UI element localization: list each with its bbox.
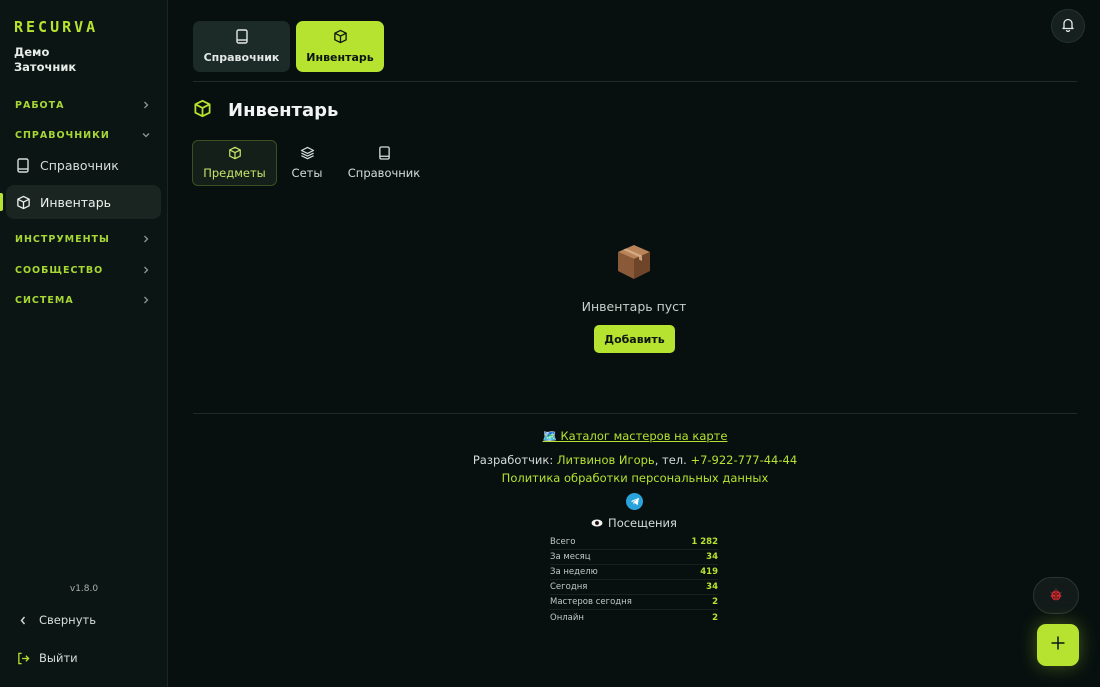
stat-label: Онлайн — [550, 612, 584, 623]
sidebar-item-label: Справочник — [40, 157, 119, 173]
user-name: Демо Заточник — [14, 45, 154, 75]
sidebar-section-tools[interactable]: ИНСТРУМЕНТЫ — [15, 232, 151, 246]
chevron-right-icon — [141, 100, 151, 110]
user-name-line2: Заточник — [14, 60, 77, 74]
box-icon — [333, 29, 348, 47]
notifications-button[interactable] — [1051, 9, 1085, 43]
divider — [193, 413, 1077, 414]
developer-phone-link[interactable]: +7-922-777-44-44 — [690, 453, 797, 467]
layers-icon — [300, 146, 315, 163]
eye-icon — [591, 516, 603, 530]
empty-state-text: Инвентарь пуст — [581, 299, 687, 314]
tab-reference[interactable]: Справочник — [342, 140, 426, 186]
visits-stats: Всего 1 282 За месяц 34 За неделю 419 Сегод… — [550, 535, 718, 625]
ladybug-icon — [1048, 586, 1064, 606]
stat-label: За неделю — [550, 567, 598, 577]
stat-row: Мастеров сегодня 2 — [550, 595, 718, 610]
top-tab-label: Справочник — [203, 51, 280, 64]
top-tab-inventory[interactable]: Инвентарь — [296, 21, 384, 72]
chevron-right-icon — [141, 295, 151, 305]
sidebar-section-system[interactable]: СИСТЕМА — [15, 293, 151, 307]
sidebar-section-label: СООБЩЕСТВО — [15, 264, 104, 276]
stat-row: За неделю 419 — [550, 565, 718, 580]
box-icon — [228, 146, 242, 163]
active-indicator — [0, 193, 3, 211]
stat-value: 1 282 — [691, 537, 718, 547]
visits-title-label: Посещения — [608, 516, 677, 530]
stat-row: За месяц 34 — [550, 550, 718, 565]
developer-name-link[interactable]: Литвинов Игорь — [557, 453, 655, 467]
sidebar-item-inventory[interactable]: Инвентарь — [6, 185, 161, 219]
tab-items[interactable]: Предметы — [192, 140, 277, 186]
sidebar-section-label: СПРАВОЧНИКИ — [15, 129, 110, 141]
package-icon — [616, 243, 652, 281]
tab-label: Сеты — [291, 166, 323, 180]
bug-report-button[interactable] — [1033, 577, 1079, 614]
stat-label: Сегодня — [550, 582, 588, 592]
tab-sets[interactable]: Сеты — [280, 140, 334, 186]
stat-row: Онлайн 2 — [550, 610, 718, 625]
chevron-right-icon — [141, 234, 151, 244]
visits-title: Посещения — [534, 516, 734, 530]
stat-row: Всего 1 282 — [550, 535, 718, 550]
top-tab-reference[interactable]: Справочник — [193, 21, 290, 72]
stat-value: 34 — [706, 582, 718, 592]
chevron-left-icon — [15, 612, 31, 628]
sidebar-section-references[interactable]: СПРАВОЧНИКИ — [15, 128, 151, 142]
stat-label: Всего — [550, 537, 576, 547]
stat-label: Мастеров сегодня — [550, 597, 632, 607]
sidebar-item-reference[interactable]: Справочник — [6, 148, 161, 182]
sidebar-section-label: РАБОТА — [15, 99, 65, 111]
add-item-button[interactable]: Добавить — [594, 325, 675, 353]
logout-label: Выйти — [39, 651, 78, 665]
page-header: Инвентарь — [193, 99, 338, 122]
sidebar-item-label: Инвентарь — [40, 194, 111, 210]
tab-label: Предметы — [203, 166, 266, 180]
book-icon — [15, 157, 31, 173]
chevron-down-icon — [141, 130, 151, 140]
top-tab-label: Инвентарь — [306, 51, 374, 64]
box-icon — [193, 99, 212, 122]
add-fab-button[interactable] — [1037, 624, 1079, 666]
user-name-line1: Демо — [14, 45, 50, 59]
app-logo[interactable]: RECURVA — [14, 18, 98, 36]
stat-value: 34 — [706, 552, 718, 562]
logout-button[interactable]: Выйти — [15, 650, 78, 666]
box-icon — [15, 194, 31, 210]
collapse-label: Свернуть — [39, 613, 96, 627]
developer-prefix: Разработчик: — [472, 453, 557, 467]
sidebar-section-work[interactable]: РАБОТА — [15, 98, 151, 112]
sidebar: RECURVA Демо Заточник РАБОТА СПРАВОЧНИКИ… — [0, 0, 168, 687]
divider — [193, 81, 1077, 82]
sidebar-section-label: ИНСТРУМЕНТЫ — [15, 233, 110, 245]
book-icon — [378, 146, 391, 163]
tab-label: Справочник — [347, 166, 421, 180]
app-version: v1.8.0 — [69, 584, 99, 594]
book-icon — [235, 29, 249, 47]
sidebar-section-label: СИСТЕМА — [15, 294, 74, 306]
stat-label: За месяц — [550, 552, 591, 562]
stat-row: Сегодня 34 — [550, 580, 718, 595]
plus-icon — [1050, 635, 1066, 655]
telegram-icon[interactable] — [626, 493, 643, 510]
logout-icon — [15, 650, 31, 666]
stat-value: 419 — [700, 567, 718, 577]
stat-value: 2 — [712, 597, 718, 607]
page-title: Инвентарь — [228, 100, 339, 121]
stat-value: 2 — [712, 612, 718, 623]
developer-info: Разработчик: Литвинов Игорь, тел. +7-922… — [435, 453, 835, 467]
privacy-policy-link[interactable]: Политика обработки персональных данных — [435, 471, 835, 485]
collapse-sidebar-button[interactable]: Свернуть — [15, 612, 96, 628]
bell-icon — [1061, 17, 1075, 36]
masters-map-link[interactable]: 🗺️ Каталог мастеров на карте — [485, 429, 785, 443]
chevron-right-icon — [141, 265, 151, 275]
sidebar-section-community[interactable]: СООБЩЕСТВО — [15, 263, 151, 277]
developer-middle: , тел. — [654, 453, 691, 467]
